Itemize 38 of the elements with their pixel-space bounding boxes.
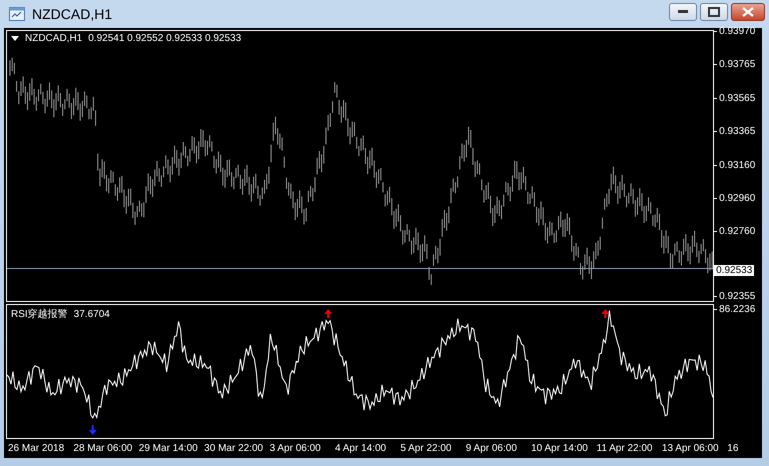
close-button[interactable]	[731, 3, 765, 21]
price-label: 0.93565	[714, 92, 756, 104]
minimize-button[interactable]	[669, 3, 697, 21]
time-label: 5 Apr 22:00	[400, 442, 452, 454]
price-label: 0.92355	[714, 291, 756, 302]
price-label: 0.93160	[714, 160, 756, 171]
window-title: NZDCAD,H1	[32, 6, 114, 22]
ohlc-values: 0.92541 0.92552 0.92533 0.92533	[88, 33, 242, 44]
time-label: 4 Apr 14:00	[334, 442, 388, 454]
indicator-name: RSI穿越报警	[11, 308, 68, 321]
time-label: 29 Mar 14:00	[138, 442, 199, 454]
time-label: 3 Apr 06:00	[270, 442, 322, 454]
maximize-icon	[708, 7, 720, 17]
close-icon	[742, 7, 754, 17]
time-label: 10 Apr 14:00	[531, 442, 589, 454]
minimize-icon	[678, 10, 688, 14]
time-label: 26 Mar 2018	[8, 442, 66, 454]
maximize-button[interactable]	[700, 3, 728, 21]
price-label: 0.92760	[714, 226, 756, 238]
time-label: 11 Apr 22:00	[596, 442, 654, 454]
time-label: 30 Mar 22:00	[204, 442, 264, 454]
time-label: 16	[727, 442, 738, 454]
price-label: 0.93970	[714, 26, 756, 37]
time-label: 13 Apr 06:00	[662, 442, 720, 454]
price-label: 0.93765	[714, 59, 756, 70]
price-label: 0.93365	[714, 126, 756, 138]
price-label: 0.92960	[714, 193, 756, 204]
indicator-value: 37.6704	[74, 308, 110, 320]
current-price-label: 0.92533	[714, 265, 754, 276]
chart-window-icon	[8, 5, 26, 23]
dropdown-icon[interactable]	[11, 36, 19, 42]
down-arrow-icon	[88, 425, 97, 435]
up-arrow-icon	[601, 309, 610, 318]
chart-symbol: NZDCAD,H1	[25, 33, 82, 44]
indicator-axis-label: 86.2236	[714, 304, 756, 315]
time-label: 28 Mar 06:00	[73, 442, 134, 454]
up-arrow-icon	[324, 309, 332, 318]
time-label: 9 Apr 06:00	[466, 442, 518, 454]
